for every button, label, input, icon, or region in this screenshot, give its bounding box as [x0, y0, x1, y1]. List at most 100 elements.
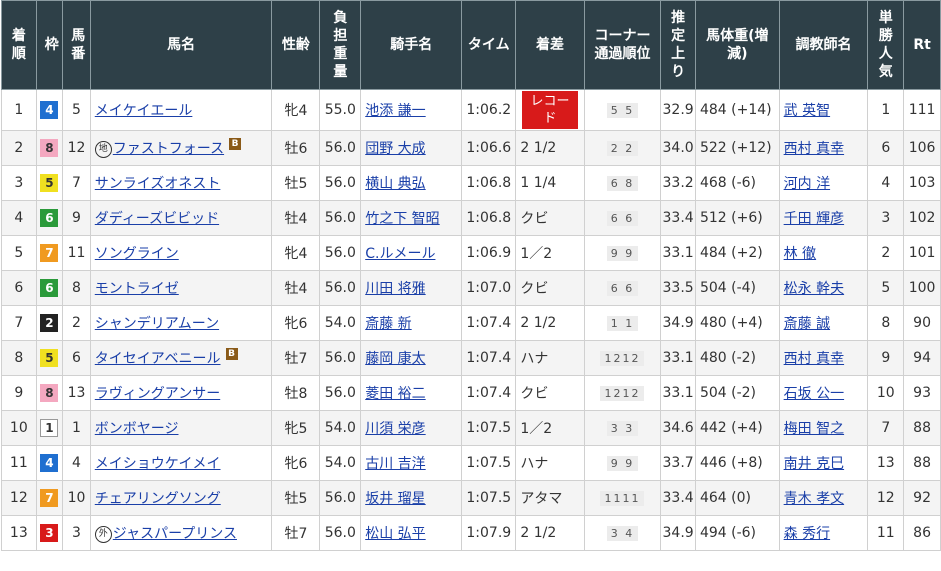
trainer-link[interactable]: 青木 孝文: [784, 491, 844, 507]
trainer-link[interactable]: 林 徹: [784, 246, 816, 262]
body-weight-cell: 468 (-6): [694, 165, 780, 201]
sex-age-cell: 牡5: [271, 480, 321, 516]
col-header-sexage: 性齢: [271, 0, 321, 90]
trainer-cell: 青木 孝文: [778, 480, 869, 516]
place-cell: 4: [1, 200, 37, 236]
place-cell: 3: [1, 165, 37, 201]
trainer-cell: 西村 真幸: [778, 130, 869, 166]
trainer-link[interactable]: 松永 幹夫: [784, 281, 844, 297]
horse-name-link[interactable]: タイセイアベニール: [95, 351, 221, 367]
jockey-link[interactable]: 川須 栄彦: [365, 421, 425, 437]
trainer-cell: 松永 幹夫: [778, 270, 869, 306]
trainer-cell: 林 徹: [778, 235, 869, 271]
corner-cell: 5 5: [583, 89, 662, 131]
col-header-margin: 着差: [515, 0, 585, 90]
table-row: 8 5 6 タイセイアベニール B 牡7 56.0 藤岡 康太 1:07.4 ハナ 1212 33.1…: [1, 340, 941, 376]
jockey-link[interactable]: 坂井 瑠星: [365, 491, 425, 507]
place-cell: 6: [1, 270, 37, 306]
corner-order: 6 6: [606, 211, 639, 226]
weight-cell: 56.0: [319, 375, 362, 411]
margin-cell: 2 1/2: [515, 305, 585, 341]
col-header-body: 馬体重(増減): [694, 0, 780, 90]
time-cell: 1:07.5: [461, 410, 517, 446]
jockey-link[interactable]: 古川 吉洋: [365, 456, 425, 472]
weight-cell: 54.0: [319, 410, 362, 446]
jockey-link[interactable]: 斎藤 新: [365, 316, 411, 332]
place-cell: 1: [1, 89, 37, 131]
horse-name-cell: 地ファストフォース B: [89, 130, 273, 166]
horse-name-link[interactable]: シャンデリアムーン: [95, 316, 219, 332]
margin-cell: 1／2: [515, 235, 585, 271]
horse-name-link[interactable]: ボンボヤージ: [95, 421, 179, 437]
corner-cell: 6 8: [583, 165, 662, 201]
place-cell: 12: [1, 480, 37, 516]
jockey-cell: 藤岡 康太: [360, 340, 463, 376]
waku-badge: 3: [40, 524, 59, 542]
horse-name-link[interactable]: サンライズオネスト: [95, 176, 221, 192]
trainer-link[interactable]: 千田 輝彦: [784, 211, 844, 227]
col-header-num: 馬番: [62, 0, 91, 90]
horse-name-link[interactable]: ジャスパープリンス: [113, 526, 237, 542]
trainer-link[interactable]: 南井 克巳: [784, 456, 844, 472]
horse-name-link[interactable]: メイショウケイメイ: [95, 456, 221, 472]
jockey-link[interactable]: 川田 将雅: [365, 281, 425, 297]
horse-name-link[interactable]: ソングライン: [95, 246, 179, 262]
horse-name-link[interactable]: ラヴィングアンサー: [95, 386, 220, 402]
body-weight-cell: 504 (-4): [694, 270, 780, 306]
margin-cell: クビ: [515, 270, 585, 306]
time-cell: 1:07.9: [461, 515, 517, 551]
horse-name-link[interactable]: モントライゼ: [95, 281, 179, 297]
trainer-link[interactable]: 石坂 公一: [784, 386, 844, 402]
corner-order: 6 6: [606, 281, 639, 296]
jockey-link[interactable]: 松山 弘平: [365, 526, 425, 542]
waku-cell: 6: [35, 270, 64, 306]
corner-cell: 1 1: [583, 305, 662, 341]
jockey-link[interactable]: 池添 謙一: [365, 103, 425, 119]
jockey-cell: 横山 典弘: [360, 165, 463, 201]
weight-cell: 55.0: [319, 89, 362, 131]
horse-name-link[interactable]: メイケイエール: [95, 103, 193, 119]
trainer-link[interactable]: 梅田 智之: [784, 421, 844, 437]
rating-cell: 92: [903, 480, 941, 516]
margin-cell: ハナ: [515, 340, 585, 376]
rating-cell: 93: [903, 375, 941, 411]
blinker-icon: B: [225, 348, 238, 360]
body-weight-cell: 442 (+4): [694, 410, 780, 446]
waku-cell: 7: [35, 480, 64, 516]
time-cell: 1:06.8: [461, 200, 517, 236]
table-row: 3 5 7 サンライズオネスト 牡5 56.0 横山 典弘 1:06.8 1 1/4 6 8 33.…: [1, 165, 941, 201]
jockey-link[interactable]: 団野 大成: [365, 141, 425, 157]
col-header-trainer: 調教師名: [778, 0, 869, 90]
trainer-link[interactable]: 河内 洋: [784, 176, 830, 192]
trainer-link[interactable]: 斎藤 誠: [784, 316, 830, 332]
waku-cell: 8: [35, 375, 64, 411]
trainer-link[interactable]: 武 英智: [784, 103, 830, 119]
popularity-cell: 3: [867, 200, 905, 236]
jockey-link[interactable]: 藤岡 康太: [365, 351, 425, 367]
trainer-link[interactable]: 西村 真幸: [784, 351, 844, 367]
horse-name-link[interactable]: ダディーズビビッド: [95, 211, 219, 227]
corner-order: 1212: [600, 351, 645, 366]
waku-cell: 4: [35, 445, 64, 481]
jockey-link[interactable]: 菱田 裕二: [365, 386, 425, 402]
horse-name-link[interactable]: ファストフォース: [113, 141, 224, 157]
popularity-cell: 6: [867, 130, 905, 166]
corner-order: 2 2: [606, 141, 639, 156]
horse-number-cell: 7: [62, 165, 91, 201]
horse-name-link[interactable]: チェアリングソング: [95, 491, 221, 507]
corner-cell: 3 4: [583, 515, 662, 551]
margin-text: 1 1/4: [520, 175, 557, 191]
popularity-cell: 12: [867, 480, 905, 516]
body-weight-cell: 512 (+6): [694, 200, 780, 236]
col-header-jockey: 騎手名: [360, 0, 463, 90]
jockey-link[interactable]: 横山 典弘: [365, 176, 425, 192]
body-weight-cell: 522 (+12): [694, 130, 780, 166]
jockey-link[interactable]: C.ルメール: [365, 246, 435, 262]
trainer-link[interactable]: 森 秀行: [784, 526, 830, 542]
col-header-waku: 枠: [35, 0, 64, 90]
trainer-link[interactable]: 西村 真幸: [784, 141, 844, 157]
last3f-cell: 33.1: [660, 340, 696, 376]
corner-cell: 3 3: [583, 410, 662, 446]
jockey-cell: 松山 弘平: [360, 515, 463, 551]
jockey-link[interactable]: 竹之下 智昭: [365, 211, 439, 227]
